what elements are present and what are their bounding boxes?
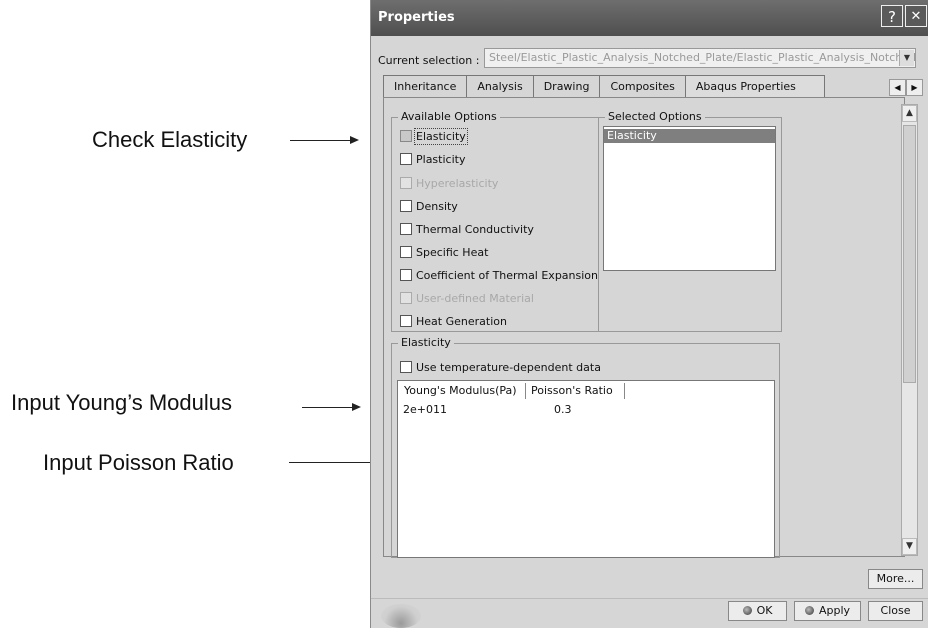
checkbox-plasticity[interactable]: [400, 153, 412, 165]
checkbox-elasticity[interactable]: [400, 130, 412, 142]
annotation-arrow-youngs: [302, 407, 352, 408]
tab-abaqus-properties[interactable]: Abaqus Properties: [684, 75, 825, 98]
option-heat-generation[interactable]: Heat Generation: [400, 315, 507, 328]
chevron-down-icon[interactable]: ▼: [899, 50, 914, 66]
annotation-check-elasticity: Check Elasticity: [92, 127, 248, 152]
tab-analysis[interactable]: Analysis: [466, 75, 534, 98]
apply-radio-icon: [804, 606, 814, 615]
option-thermal-expansion[interactable]: Coefficient of Thermal Expansion: [400, 269, 598, 282]
checkbox-hyperelasticity: [400, 177, 412, 189]
selected-options-label: Selected Options: [605, 110, 705, 123]
column-header-poissons-ratio[interactable]: Poisson's Ratio: [527, 383, 625, 399]
title-bar[interactable]: Properties ? ✕: [371, 0, 928, 36]
current-selection-value: Steel/Elastic_Plastic_Analysis_Notched_P…: [489, 51, 916, 64]
elasticity-table[interactable]: Young's Modulus(Pa) Poisson's Ratio 2e+0…: [397, 380, 775, 558]
available-options-group: Available Options Elasticity Plasticity …: [391, 110, 599, 332]
current-selection-dropdown[interactable]: Steel/Elastic_Plastic_Analysis_Notched_P…: [484, 48, 916, 68]
option-thermal-conductivity[interactable]: Thermal Conductivity: [400, 223, 534, 236]
app-logo-icon: [381, 604, 421, 628]
footer-divider: [371, 598, 928, 599]
checkbox-heat-generation[interactable]: [400, 315, 412, 327]
panel-scrollbar[interactable]: ▲ ▼: [901, 104, 918, 556]
properties-dialog: Properties ? ✕ Current selection : Steel…: [370, 0, 928, 628]
cell-poissons-ratio[interactable]: 0.3: [554, 403, 572, 416]
option-specific-heat[interactable]: Specific Heat: [400, 246, 488, 259]
tab-bar: Inheritance Analysis Drawing Composites …: [383, 75, 825, 98]
scroll-down-icon[interactable]: ▼: [902, 538, 917, 555]
column-header-youngs-modulus[interactable]: Young's Modulus(Pa): [400, 383, 526, 399]
help-button[interactable]: ?: [881, 5, 903, 27]
scrollbar-thumb[interactable]: [903, 125, 916, 383]
checkbox-thermal-conductivity[interactable]: [400, 223, 412, 235]
ok-radio-icon: [742, 606, 752, 615]
option-elasticity[interactable]: Elasticity: [400, 128, 468, 145]
tab-composites[interactable]: Composites: [599, 75, 686, 98]
checkbox-user-defined-material: [400, 292, 412, 304]
ok-button[interactable]: OK: [728, 601, 787, 621]
elasticity-group-label: Elasticity: [398, 336, 454, 349]
annotation-arrowhead-elasticity: [350, 136, 359, 144]
close-window-button[interactable]: ✕: [905, 5, 927, 27]
annotation-input-poisson: Input Poisson Ratio: [43, 450, 234, 475]
option-plasticity[interactable]: Plasticity: [400, 153, 465, 166]
cell-youngs-modulus[interactable]: 2e+011: [403, 403, 447, 416]
tab-scroll-right-icon[interactable]: ▶: [906, 79, 923, 96]
more-button[interactable]: More...: [868, 569, 923, 589]
tab-inheritance[interactable]: Inheritance: [383, 75, 468, 98]
dialog-title: Properties: [378, 10, 455, 25]
checkbox-density[interactable]: [400, 200, 412, 212]
checkbox-temp-dependent[interactable]: [400, 361, 412, 373]
scroll-up-icon[interactable]: ▲: [902, 105, 917, 122]
option-user-defined-material: User-defined Material: [400, 292, 534, 305]
tab-drawing[interactable]: Drawing: [532, 75, 601, 98]
annotation-arrowhead-youngs: [352, 403, 361, 411]
checkbox-thermal-expansion[interactable]: [400, 269, 412, 281]
option-hyperelasticity: Hyperelasticity: [400, 177, 498, 190]
selected-options-list[interactable]: Elasticity: [603, 126, 776, 271]
apply-button[interactable]: Apply: [794, 601, 861, 621]
tab-scroll-left-icon[interactable]: ◀: [889, 79, 906, 96]
annotation-arrow-elasticity: [290, 140, 350, 141]
current-selection-label: Current selection :: [378, 54, 480, 67]
annotation-input-youngs: Input Young’s Modulus: [11, 390, 232, 415]
close-button[interactable]: Close: [868, 601, 923, 621]
selected-option-elasticity[interactable]: Elasticity: [604, 129, 775, 143]
checkbox-specific-heat[interactable]: [400, 246, 412, 258]
temp-dependent-option[interactable]: Use temperature-dependent data: [400, 361, 601, 374]
option-density[interactable]: Density: [400, 200, 458, 213]
available-options-label: Available Options: [398, 110, 500, 123]
